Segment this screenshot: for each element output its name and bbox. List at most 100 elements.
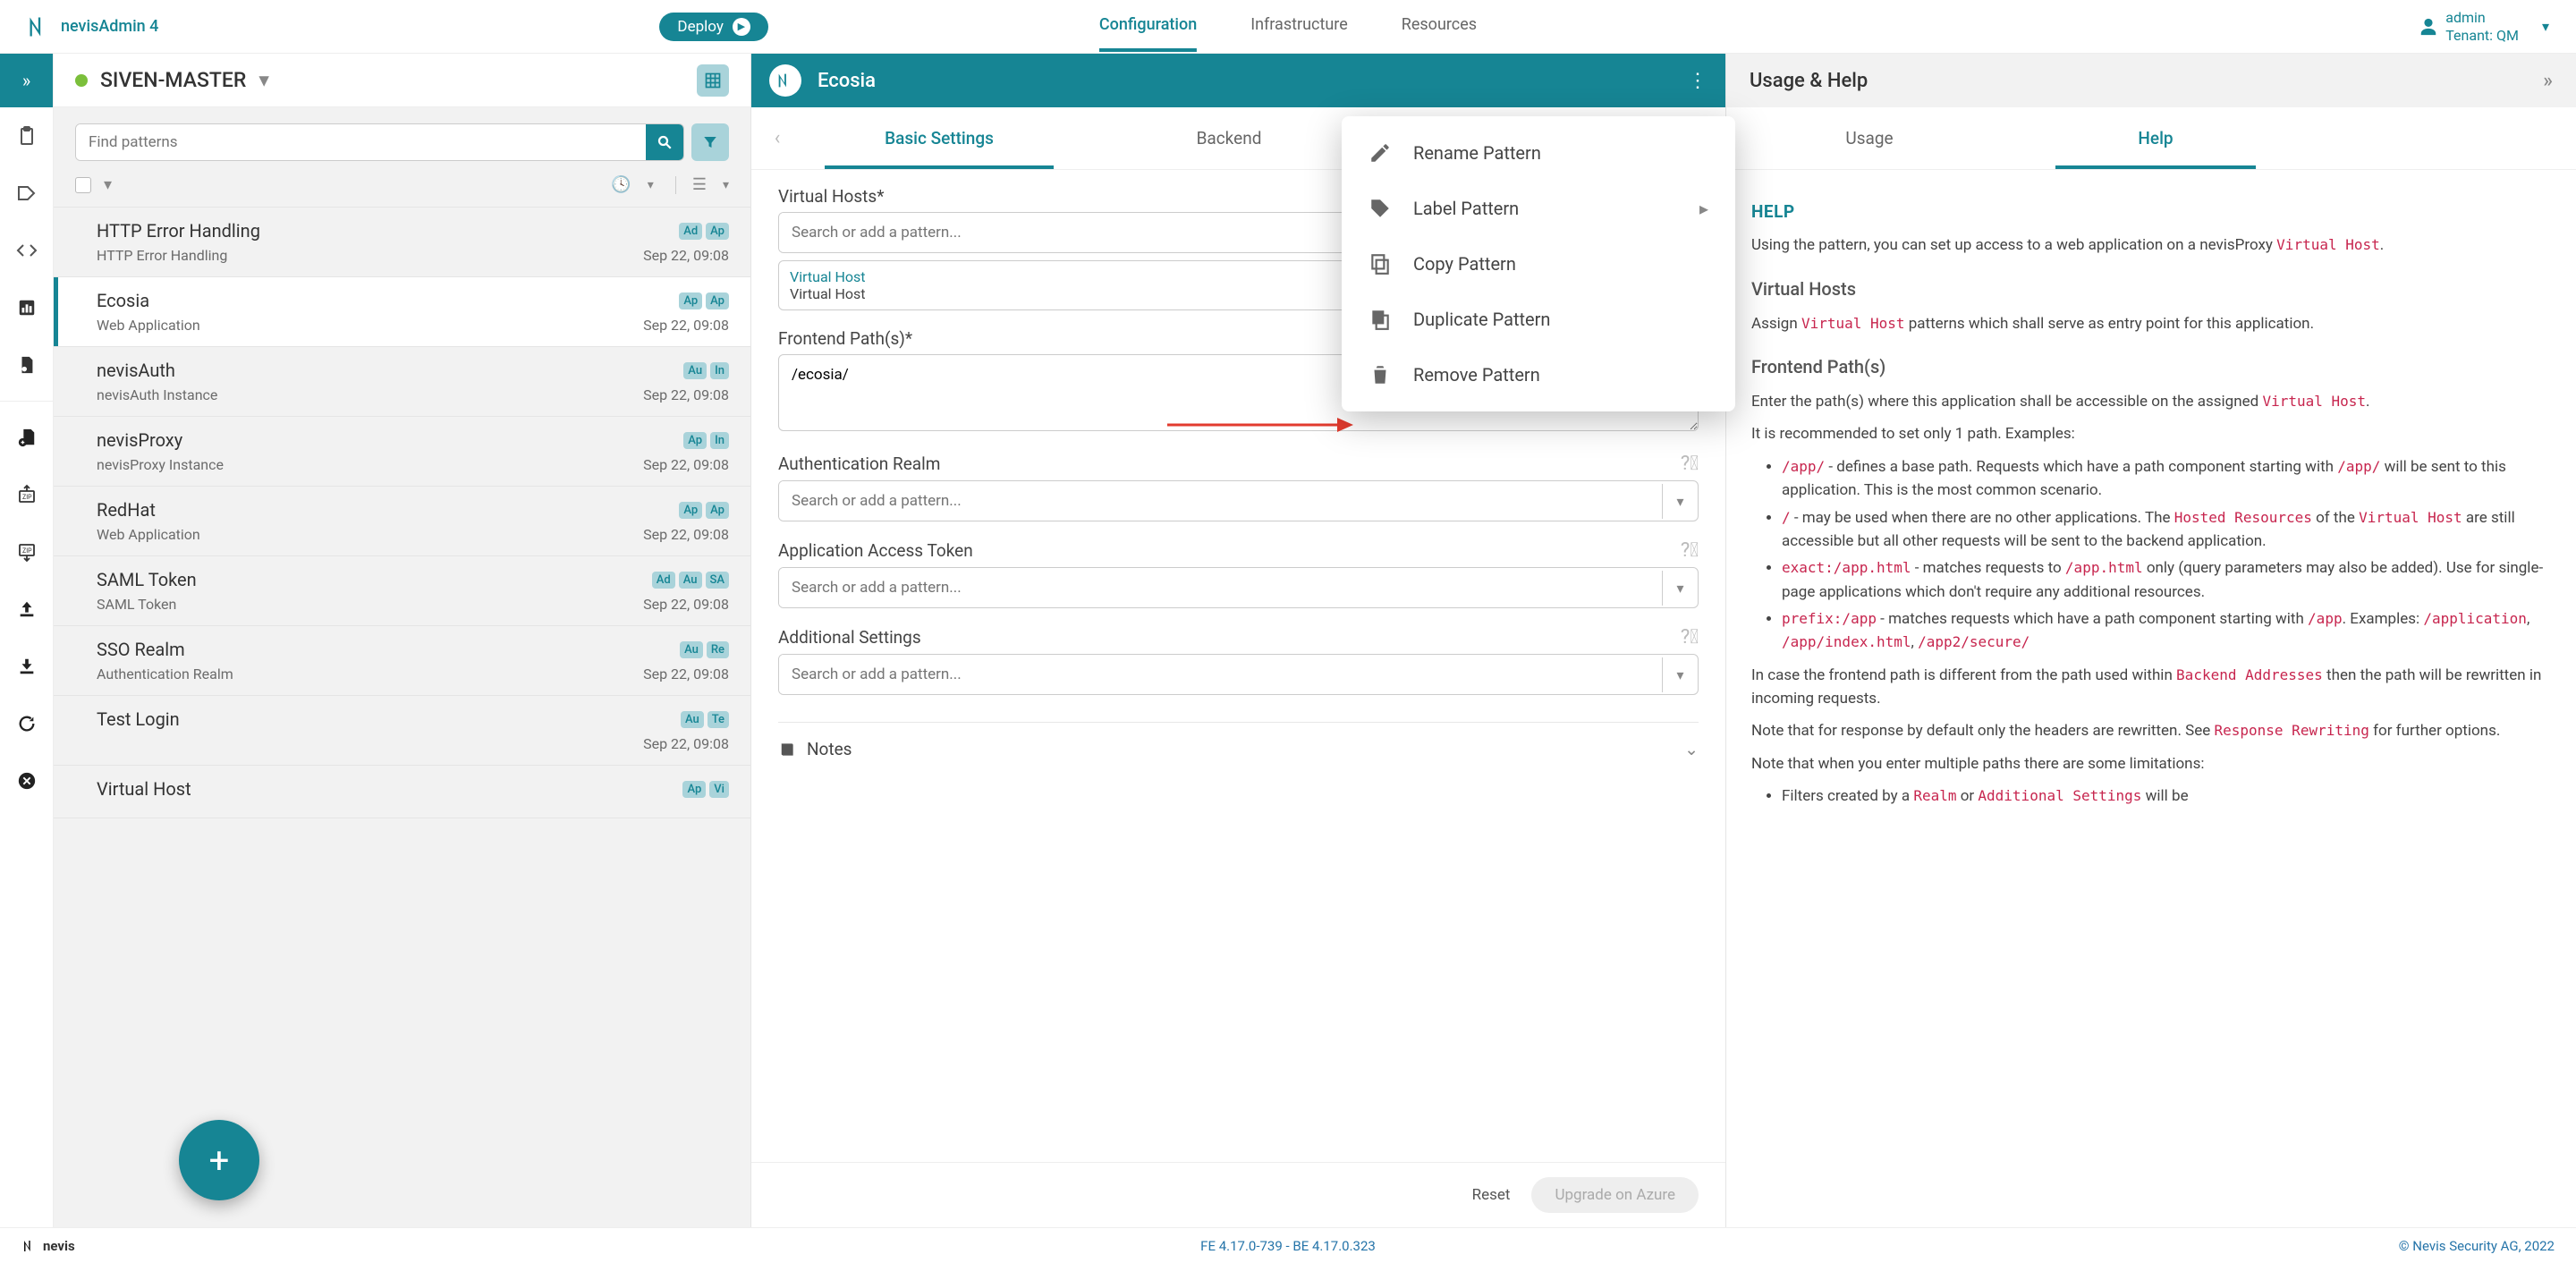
pattern-item[interactable]: EcosiaApApWeb ApplicationSep 22, 09:08 [54, 277, 750, 347]
help-header-title: Usage & Help [1750, 70, 1868, 92]
rail-code-icon[interactable] [11, 229, 43, 272]
pattern-badges: AuRe [680, 641, 729, 658]
search-row [54, 107, 750, 170]
dropdown-icon[interactable]: ▾ [1662, 571, 1698, 606]
rail-zip-up-icon[interactable]: ZIP [11, 473, 43, 516]
access-token-combo[interactable]: ▾ [778, 567, 1699, 608]
additional-input[interactable] [779, 655, 1662, 694]
pattern-item[interactable]: Test LoginAuTeSep 22, 09:08 [54, 696, 750, 766]
topnav: Configuration Infrastructure Resources [1099, 1, 1477, 52]
notes-section[interactable]: Notes ⌄ [778, 722, 1699, 759]
chevron-down-icon[interactable]: ▾ [648, 178, 654, 192]
pattern-item[interactable]: RedHatApApWeb ApplicationSep 22, 09:08 [54, 487, 750, 556]
pattern-name: HTTP Error Handling [97, 220, 260, 242]
help-icon[interactable]: ?⃝ [1681, 626, 1699, 648]
additional-combo[interactable]: ▾ [778, 654, 1699, 695]
ctx-copy[interactable]: Copy Pattern [1342, 236, 1735, 292]
filter-button[interactable] [691, 123, 729, 161]
ctx-duplicate[interactable]: Duplicate Pattern [1342, 292, 1735, 347]
rail-expand[interactable]: » [0, 54, 53, 107]
chevron-down-icon[interactable]: ▾ [104, 175, 112, 194]
tab-backend[interactable]: Backend [1086, 107, 1372, 169]
rail-refresh-icon[interactable] [11, 702, 43, 745]
rail-upload-icon[interactable] [11, 588, 43, 631]
brand-text: nevisAdmin 4 [61, 17, 158, 36]
tab-usage[interactable]: Usage [1726, 107, 2012, 169]
user-block[interactable]: admin Tenant: QM ▾ [2419, 9, 2549, 43]
ctx-rename[interactable]: Rename Pattern [1342, 125, 1735, 181]
nav-configuration[interactable]: Configuration [1099, 1, 1197, 52]
topbar: nevisAdmin 4 Configuration Infrastructur… [0, 0, 2576, 54]
pattern-name: Ecosia [97, 290, 149, 311]
nevis-mark-icon [21, 1238, 38, 1254]
grid-view-button[interactable] [697, 64, 729, 97]
project-selector[interactable]: SIVEN-MASTER ▾ [75, 68, 269, 92]
dropdown-icon[interactable]: ▾ [1662, 657, 1698, 692]
history-icon[interactable]: 🕓 [611, 175, 631, 194]
dropdown-icon[interactable]: ▾ [1662, 484, 1698, 519]
pattern-item[interactable]: SSO RealmAuReAuthentication RealmSep 22,… [54, 626, 750, 696]
label-auth-realm: Authentication Realm [778, 453, 940, 474]
pattern-badges: ApAp [679, 292, 729, 309]
help-icon[interactable]: ?⃝ [1681, 453, 1699, 475]
help-icon[interactable]: ?⃝ [1681, 539, 1699, 562]
footer-version: FE 4.17.0-739 - BE 4.17.0.323 [1200, 1238, 1376, 1254]
select-all-checkbox[interactable] [75, 177, 91, 193]
search-button[interactable] [646, 124, 683, 160]
list-controls: ▾ 🕓 ▾ ☰ ▾ [54, 170, 750, 207]
brand[interactable]: nevisAdmin 4 [27, 14, 158, 39]
rail-zip-down-icon[interactable]: ZIP [11, 530, 43, 573]
pattern-item[interactable]: Virtual HostApVi [54, 766, 750, 818]
expand-icon[interactable]: » [2543, 70, 2553, 92]
footer: nevis FE 4.17.0-739 - BE 4.17.0.323 © Ne… [0, 1227, 2576, 1263]
nevis-mark-icon [775, 71, 795, 90]
list-view-icon[interactable]: ☰ [692, 175, 707, 194]
add-pattern-fab[interactable]: + [179, 1120, 259, 1200]
pattern-date: Sep 22, 09:08 [643, 317, 729, 334]
label-additional: Additional Settings [778, 627, 921, 648]
rail-chart-icon[interactable] [11, 286, 43, 329]
rail-download-icon[interactable] [11, 645, 43, 688]
pattern-date: Sep 22, 09:08 [643, 526, 729, 543]
status-dot-icon [75, 74, 88, 87]
rail-clipboard-icon[interactable] [11, 114, 43, 157]
rail-delete-icon[interactable] [11, 759, 43, 802]
pattern-item[interactable]: nevisProxyApInnevisProxy InstanceSep 22,… [54, 417, 750, 487]
more-menu-button[interactable]: ⋮ [1688, 70, 1707, 92]
chevron-down-icon: ⌄ [1684, 739, 1699, 759]
pattern-date: Sep 22, 09:08 [643, 386, 729, 403]
main: » ZIP ZIP SIVEN-MASTER ▾ [0, 54, 2576, 1227]
access-token-input[interactable] [779, 568, 1662, 607]
pattern-type: SAML Token [97, 596, 176, 613]
auth-realm-combo[interactable]: ▾ [778, 480, 1699, 521]
reset-button[interactable]: Reset [1472, 1186, 1511, 1204]
pattern-item[interactable]: nevisAuthAuInnevisAuth InstanceSep 22, 0… [54, 347, 750, 417]
rail-tag-icon[interactable] [11, 172, 43, 215]
rail-gear-file-icon[interactable] [11, 343, 43, 386]
tab-basic-settings[interactable]: Basic Settings [796, 107, 1082, 169]
ctx-label[interactable]: Label Pattern ▸ [1342, 181, 1735, 236]
trash-icon [1368, 363, 1392, 386]
tab-help[interactable]: Help [2012, 107, 2299, 169]
pattern-item[interactable]: SAML TokenAdAuSASAML TokenSep 22, 09:08 [54, 556, 750, 626]
deploy-button[interactable]: Deploy ▶ [659, 13, 767, 41]
editor-title: Ecosia [818, 70, 876, 92]
rail-add-file-icon[interactable] [11, 416, 43, 459]
auth-realm-input[interactable] [779, 481, 1662, 521]
nav-resources[interactable]: Resources [1402, 1, 1477, 52]
help-h-frontend-paths: Frontend Path(s) [1751, 353, 2551, 381]
badge: Ad [652, 572, 675, 589]
help-body: HELP Using the pattern, you can set up a… [1726, 170, 2576, 835]
help-tabs: Usage Help [1726, 107, 2576, 170]
pattern-date: Sep 22, 09:08 [643, 665, 729, 682]
user-tenant: Tenant: QM [2445, 27, 2519, 44]
editor-footer: Reset Upgrade on Azure [751, 1162, 1725, 1227]
badge: Ad [679, 223, 702, 240]
back-button[interactable]: ‹ [762, 107, 792, 169]
pattern-item[interactable]: HTTP Error HandlingAdApHTTP Error Handli… [54, 208, 750, 277]
pattern-date: Sep 22, 09:08 [643, 456, 729, 473]
search-input[interactable] [76, 124, 646, 160]
ctx-remove[interactable]: Remove Pattern [1342, 347, 1735, 403]
nav-infrastructure[interactable]: Infrastructure [1250, 1, 1348, 52]
chevron-down-icon[interactable]: ▾ [723, 178, 729, 192]
